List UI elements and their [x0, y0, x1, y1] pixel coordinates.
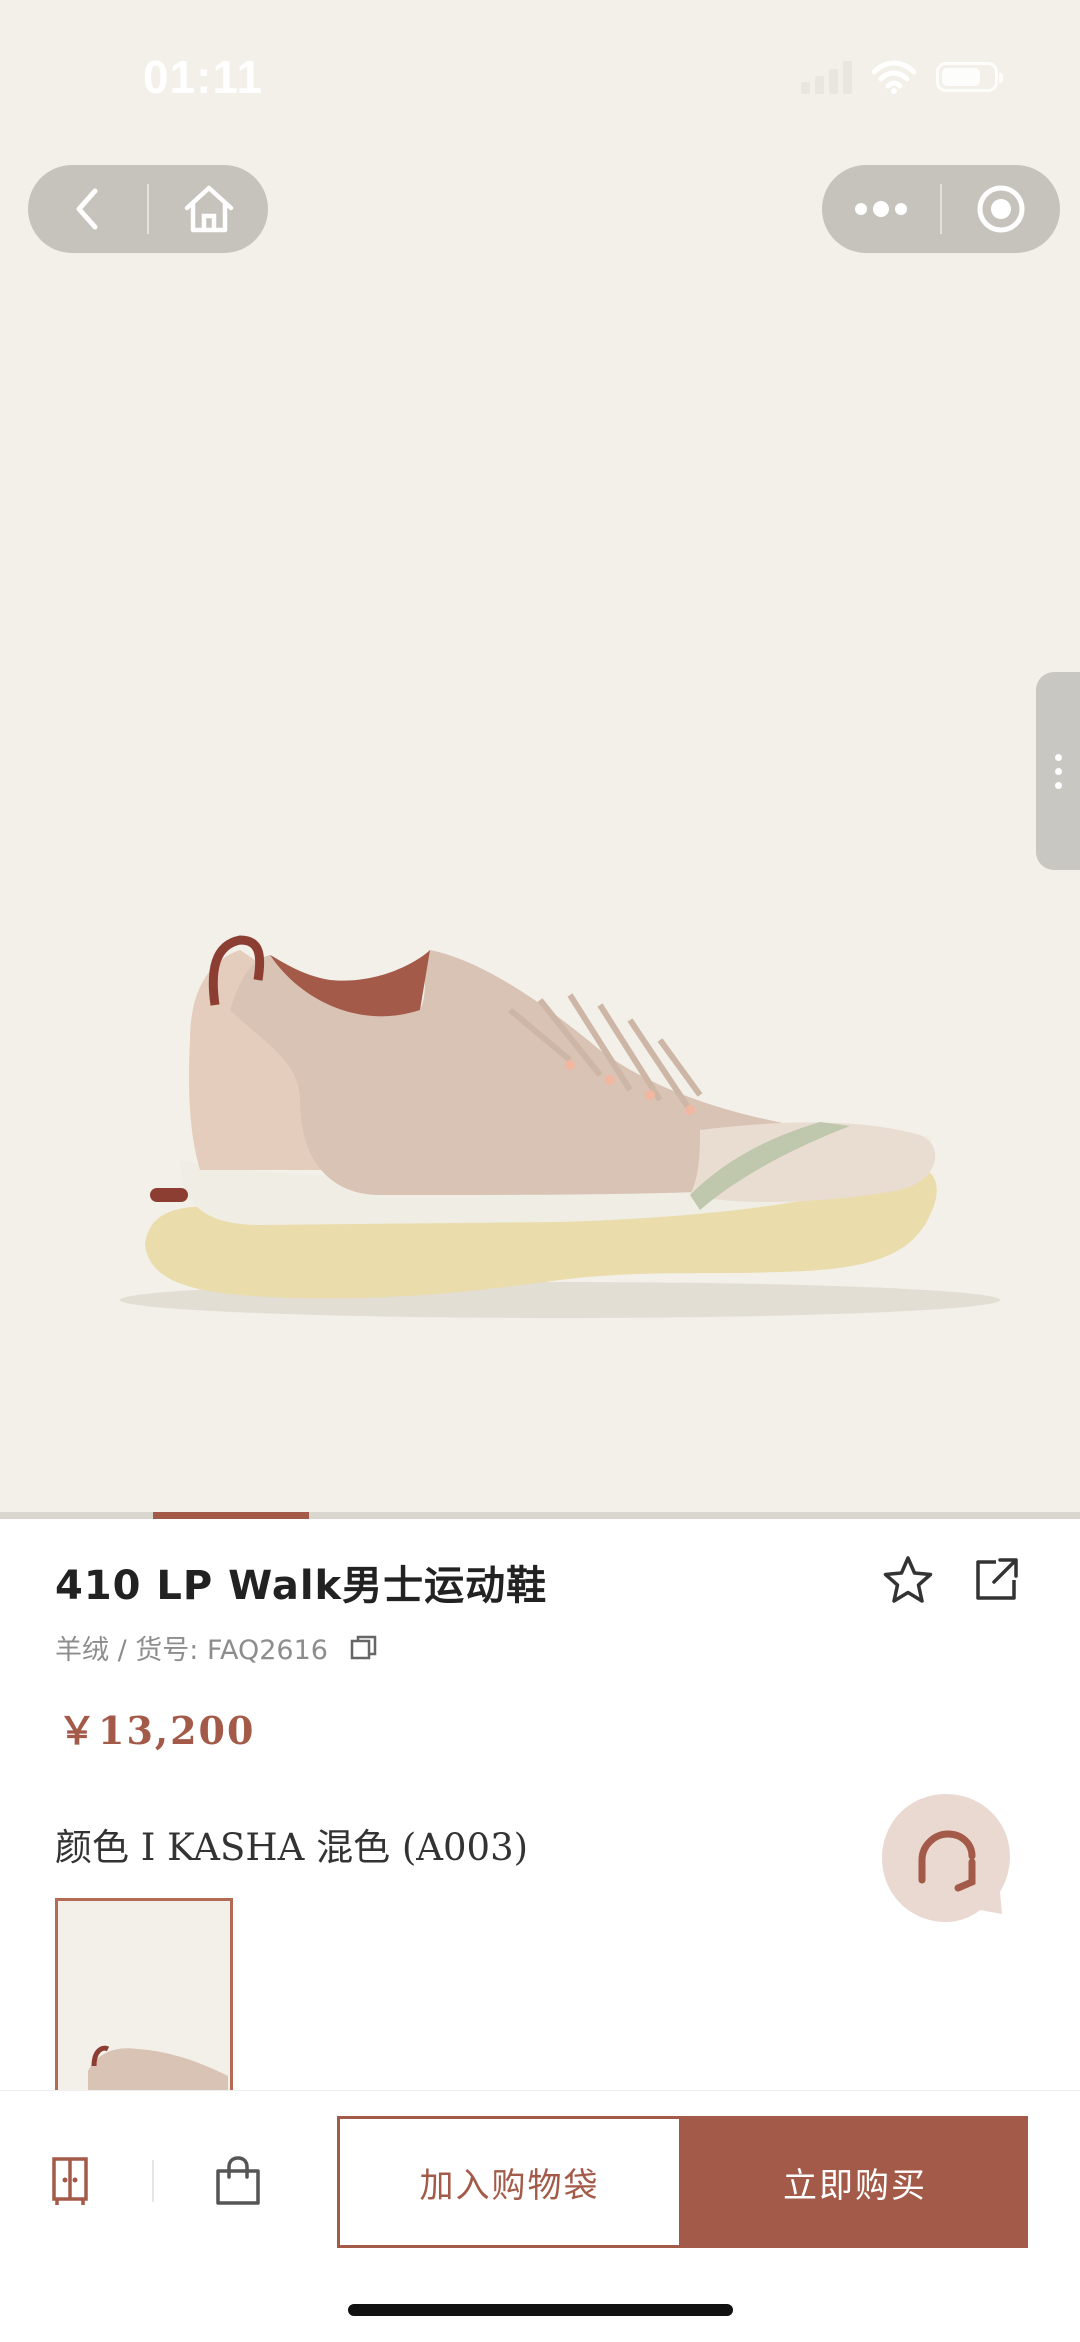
- home-button[interactable]: [149, 165, 268, 253]
- color-swatch-selected[interactable]: [55, 1898, 233, 2093]
- home-indicator: [348, 2304, 733, 2316]
- target-icon: [977, 185, 1025, 233]
- product-sku: 羊绒 / 货号: FAQ2616: [55, 1635, 328, 1666]
- gallery-progress: [0, 1512, 1080, 1519]
- customer-service-button[interactable]: [878, 1790, 1014, 1926]
- home-icon: [184, 185, 233, 233]
- add-to-bag-button[interactable]: 加入购物袋: [337, 2116, 682, 2248]
- chevron-left-icon: [76, 188, 97, 230]
- share-icon[interactable]: [972, 1556, 1020, 1604]
- battery-icon: [936, 62, 1003, 92]
- side-drawer-handle[interactable]: [1036, 672, 1080, 870]
- more-button[interactable]: [822, 165, 940, 253]
- miniapp-capsule: [822, 165, 1060, 253]
- product-image-gallery[interactable]: 01:11: [0, 0, 1080, 1512]
- buy-now-button[interactable]: 立即购买: [682, 2116, 1028, 2248]
- close-miniapp-button[interactable]: [942, 165, 1060, 253]
- product-meta: 羊绒 / 货号: FAQ2616: [55, 1628, 378, 1667]
- color-label: 颜色 I KASHA 混色 (A003): [55, 1826, 529, 1869]
- copy-icon[interactable]: [350, 1634, 378, 1662]
- bag-button[interactable]: [212, 2152, 264, 2210]
- signal-icon: [801, 60, 852, 94]
- status-time: 01:11: [143, 51, 264, 103]
- wifi-icon: [872, 60, 916, 94]
- wardrobe-button[interactable]: [44, 2152, 96, 2210]
- nav-capsule: [28, 165, 268, 253]
- star-icon[interactable]: [882, 1555, 934, 1605]
- status-icons: [801, 60, 1003, 94]
- more-dots-icon: [855, 201, 907, 217]
- bottom-divider: [152, 2160, 154, 2202]
- gallery-progress-fill: [153, 1512, 309, 1519]
- swatch-shoe-thumbnail: [88, 2045, 228, 2090]
- product-price: ￥13,200: [58, 1708, 256, 1753]
- wardrobe-icon: [52, 2157, 88, 2205]
- back-button[interactable]: [28, 165, 147, 253]
- bag-icon: [216, 2156, 260, 2205]
- product-title: 410 LP Walk男士运动鞋: [55, 1563, 548, 1609]
